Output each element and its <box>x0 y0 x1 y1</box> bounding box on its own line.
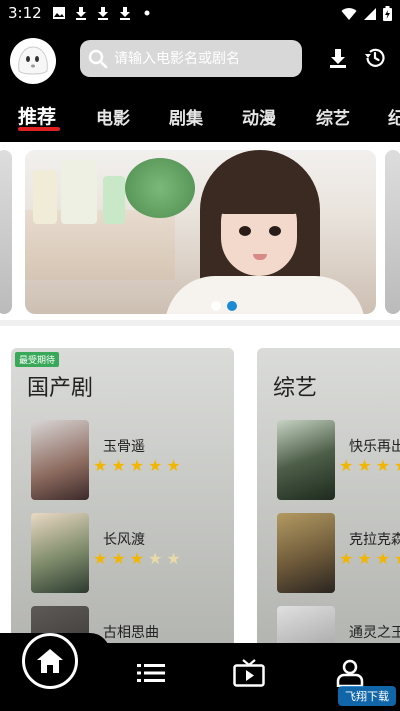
star-icon: ★ <box>148 456 163 475</box>
app-header <box>0 28 400 92</box>
signal-icon <box>364 7 376 20</box>
carousel-dots <box>211 301 237 311</box>
card-badge: 最受期待 <box>15 352 60 367</box>
list-item[interactable]: 长风渡 ★ ★ ★ ★ ★ <box>31 513 234 593</box>
list-item[interactable]: 快乐再出 ★★★★★ <box>277 420 400 500</box>
battery-icon <box>383 6 392 21</box>
status-time: 3:12 <box>8 4 42 22</box>
star-icon: ★ <box>357 456 372 475</box>
star-icon: ★ <box>357 549 372 568</box>
banner-image-detail <box>269 226 281 236</box>
poster-image <box>31 513 89 593</box>
star-icon: ★ <box>111 456 126 475</box>
star-icon: ★ <box>93 456 108 475</box>
star-icon: ★ <box>375 549 391 568</box>
wifi-icon <box>341 7 357 20</box>
nav-tv-button[interactable] <box>232 658 266 688</box>
carousel-dot[interactable] <box>211 301 221 311</box>
home-icon <box>37 649 63 673</box>
list-item[interactable]: 克拉克森 ★★★★★ <box>277 513 400 593</box>
star-icon: ★ <box>339 456 354 475</box>
card-title: 国产剧 <box>27 376 94 401</box>
rating-stars: ★★★★★ <box>339 551 400 567</box>
list-item[interactable]: 玉骨遥 ★ ★ ★ ★ ★ <box>31 420 234 500</box>
star-icon: ★ <box>129 456 145 475</box>
app-logo[interactable] <box>10 38 56 84</box>
item-title: 玉骨遥 <box>103 439 145 455</box>
star-icon: ★ <box>394 551 400 567</box>
star-icon: ★ <box>148 549 163 568</box>
category-card-domestic-drama[interactable]: 最受期待 国产剧 玉骨遥 ★ ★ ★ ★ ★ 长风渡 ★ ★ ★ ★ ★ 古相思曲 <box>11 348 234 648</box>
item-title: 古相思曲 <box>103 625 159 641</box>
tab-movies[interactable]: 电影 <box>96 104 130 129</box>
banner-image-detail <box>33 170 57 224</box>
search-input[interactable] <box>114 50 294 67</box>
banner-image-detail <box>61 160 97 224</box>
carousel-dot-active[interactable] <box>227 301 237 311</box>
star-icon: ★ <box>375 456 391 475</box>
poster-image <box>277 420 335 500</box>
item-title: 克拉克森 <box>349 532 400 548</box>
item-title: 通灵之王 <box>349 625 400 641</box>
star-icon: ★ <box>166 456 181 475</box>
active-tab-indicator <box>18 127 60 131</box>
banner-prev-slide[interactable] <box>0 150 12 314</box>
download-icon <box>76 7 86 20</box>
star-icon: ★ <box>129 549 145 568</box>
poster-image <box>277 606 335 648</box>
star-icon: ★ <box>93 549 108 568</box>
tab-recommend[interactable]: 推荐 <box>18 102 56 129</box>
tab-variety[interactable]: 综艺 <box>316 104 350 129</box>
list-item[interactable]: 通灵之王 <box>277 606 400 648</box>
nav-list-button[interactable] <box>134 658 168 688</box>
rating-stars: ★★★★★ <box>93 551 181 567</box>
status-bar: 3:12 <box>0 0 400 28</box>
notification-icons <box>52 6 154 20</box>
star-icon: ★ <box>166 549 181 568</box>
tv-icon <box>233 659 265 687</box>
card-title: 综艺 <box>273 376 318 401</box>
star-icon: ★ <box>111 549 126 568</box>
item-title: 快乐再出 <box>349 439 400 455</box>
search-bar[interactable] <box>80 40 302 77</box>
poster-image <box>31 420 89 500</box>
banner-image-detail <box>239 226 251 236</box>
download-icon <box>120 7 130 20</box>
category-tabs: 推荐 电影 剧集 动漫 综艺 纪 <box>0 92 400 142</box>
banner-image-detail <box>125 158 195 218</box>
poster-image <box>277 513 335 593</box>
star-icon: ★ <box>394 458 400 474</box>
history-button[interactable] <box>361 44 389 72</box>
rating-stars: ★★★★★ <box>93 458 181 474</box>
system-icons <box>341 6 392 21</box>
rating-stars: ★★★★★ <box>339 458 400 474</box>
history-icon <box>365 48 385 67</box>
dot-icon <box>144 10 150 16</box>
user-icon <box>336 659 364 687</box>
image-icon <box>53 7 65 19</box>
tab-documentary[interactable]: 纪 <box>388 104 400 129</box>
banner-image-detail <box>103 176 125 224</box>
ghost-logo-icon <box>18 46 48 75</box>
download-icon <box>98 7 108 20</box>
list-icon <box>137 664 165 682</box>
category-card-variety[interactable]: 综艺 快乐再出 ★★★★★ 克拉克森 ★★★★★ 通灵之王 <box>257 348 400 648</box>
download-button[interactable] <box>324 44 352 72</box>
download-icon <box>330 49 346 68</box>
banner-image-detail <box>165 276 365 314</box>
section-divider <box>0 320 400 326</box>
tab-anime[interactable]: 动漫 <box>242 104 276 129</box>
banner-carousel[interactable] <box>25 150 376 314</box>
nav-home-button[interactable] <box>22 633 78 689</box>
watermark-text: 飞翔下载 <box>345 690 389 703</box>
watermark: 飞翔下载 <box>338 686 396 706</box>
nav-profile-button[interactable] <box>333 658 367 688</box>
banner-next-slide[interactable] <box>385 150 400 314</box>
tab-series[interactable]: 剧集 <box>169 104 203 129</box>
search-icon <box>88 49 108 68</box>
star-icon: ★ <box>339 549 354 568</box>
item-title: 长风渡 <box>103 532 145 548</box>
